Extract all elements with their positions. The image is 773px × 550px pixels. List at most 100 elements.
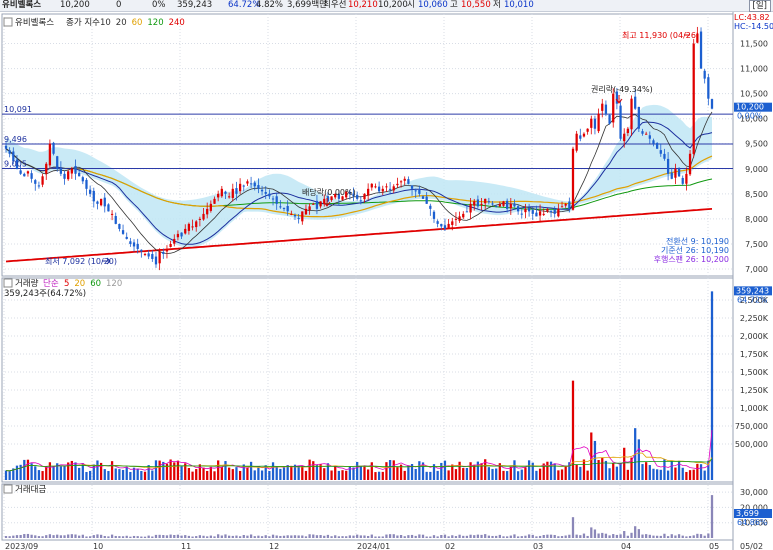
value-bar [652, 535, 655, 538]
volume-tick-label: 2,000K [740, 332, 769, 341]
value-bar [381, 536, 384, 538]
candle-body [140, 249, 143, 252]
volume-legend-name: 거래량 [15, 278, 39, 289]
value-bar [271, 534, 275, 538]
value-bar [114, 535, 117, 538]
value-bar [612, 534, 615, 538]
volume-bar [641, 464, 644, 480]
volume-bar [535, 470, 538, 480]
candle-body [89, 189, 92, 194]
volume-bar [688, 470, 692, 480]
candle-body [520, 213, 523, 215]
volume-bar [275, 466, 278, 480]
volume-bar [213, 471, 216, 480]
x-axis-label: 2024/01 [357, 542, 390, 550]
stock-name[interactable]: 유비벨록스 [2, 0, 41, 11]
value-bar [564, 535, 567, 538]
candle-body [367, 188, 370, 196]
candle-body [425, 196, 428, 204]
value-bar [498, 534, 501, 538]
volume-bar [59, 466, 63, 480]
value-bar [330, 536, 333, 538]
x-axis-label: 05 [709, 542, 719, 550]
candle-body [319, 201, 322, 207]
volume-legend-period: 5 [64, 279, 69, 289]
current-volume-pct-tag: 64.72% [737, 295, 768, 304]
candle-body [571, 148, 575, 210]
volume-bar [286, 465, 289, 480]
value-bar [301, 535, 304, 538]
candle-body [136, 243, 139, 249]
value-bar [99, 534, 103, 538]
volume-bar [396, 467, 399, 480]
volume-bar [538, 468, 542, 480]
candle-body [30, 173, 33, 179]
value-bar [626, 535, 629, 538]
candle-body [458, 216, 461, 221]
volume-bar [260, 470, 264, 480]
candle-body [502, 201, 505, 206]
candle-body [527, 207, 531, 212]
volume-bar [674, 467, 677, 480]
value-bar [469, 534, 472, 538]
value-bar [707, 533, 710, 538]
value-bar [209, 535, 212, 538]
period-menu-button[interactable]: [일] [748, 0, 771, 12]
candle-body [286, 206, 289, 212]
value-bar [341, 536, 344, 538]
volume-bar [63, 466, 66, 480]
volume-bar [388, 460, 392, 480]
value-bar [187, 535, 191, 538]
volume-bar [180, 466, 183, 480]
candle-body [37, 185, 41, 187]
volume-legend-toggle[interactable] [3, 278, 13, 288]
candle-body [451, 221, 454, 225]
value-bar [67, 534, 70, 538]
value-legend-toggle[interactable] [3, 484, 13, 494]
candle-body [564, 203, 567, 206]
volume-bar [560, 469, 564, 480]
value-bar [480, 534, 483, 538]
candle-body [165, 248, 169, 252]
volume-bar [169, 459, 172, 480]
volume-bar [209, 466, 212, 480]
value-bar [531, 534, 534, 538]
candle-body [41, 176, 44, 185]
volume-bar [26, 459, 30, 480]
value-bar [206, 536, 209, 538]
stock-chart[interactable]: 7,0007,5008,0008,5009,0009,50010,00010,5… [0, 12, 773, 550]
candle-body [48, 143, 52, 166]
value-bar [696, 533, 699, 538]
candle-body [604, 104, 608, 114]
current-price-pct-tag: 0.00% [737, 112, 763, 121]
volume-bar [564, 466, 567, 480]
candle-body [249, 183, 253, 185]
value-bar [516, 536, 520, 538]
price-legend-toggle[interactable] [3, 17, 13, 27]
candle-body [491, 203, 494, 205]
value-bar [249, 534, 253, 538]
volume-bar [158, 460, 161, 480]
candle-body [469, 203, 472, 213]
value-bar [312, 534, 315, 538]
value-bar [374, 536, 377, 538]
value-bar [319, 535, 322, 538]
candle-body [516, 206, 520, 212]
candle-body [279, 206, 282, 208]
volume-bar [670, 460, 673, 480]
value-bar [619, 534, 622, 538]
candle-body [498, 203, 501, 207]
value-bar [513, 534, 516, 538]
volume-tick-label: 2,250K [740, 314, 769, 323]
value-bar [345, 536, 348, 538]
candle-body [308, 206, 311, 211]
value-bar [356, 534, 359, 538]
value-bar [535, 536, 538, 538]
volume-bar [443, 460, 447, 480]
value-bar [421, 534, 425, 538]
candle-body [403, 178, 406, 181]
price-legend-type: 종가 지수 [66, 18, 100, 28]
candle-body [663, 153, 666, 159]
volume-bar [235, 467, 238, 480]
candle-body [685, 173, 688, 184]
